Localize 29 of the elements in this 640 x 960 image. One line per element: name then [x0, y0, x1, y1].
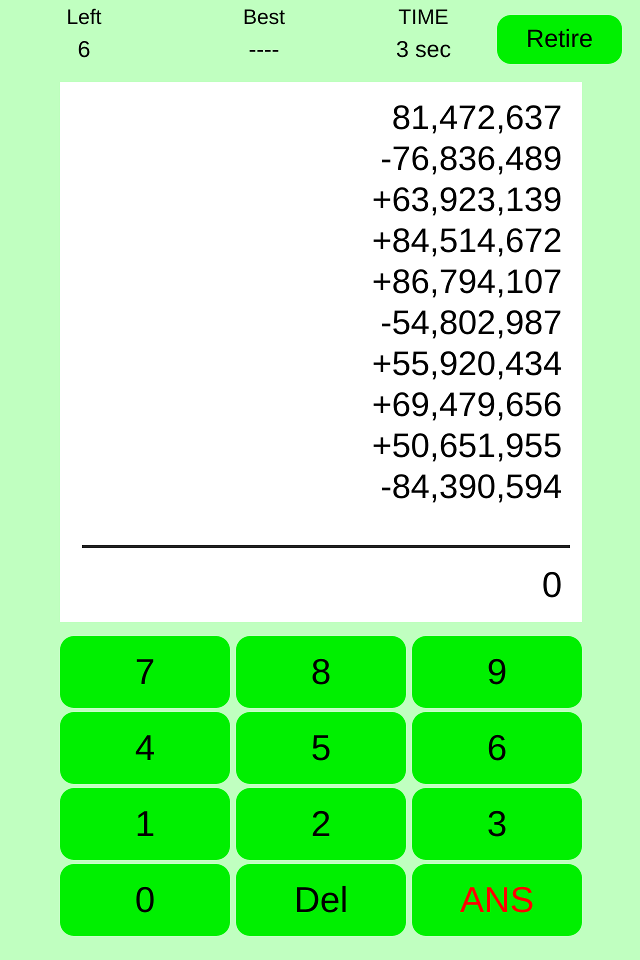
digit-key[interactable]: 2 [236, 788, 406, 860]
digit-key[interactable]: 7 [60, 636, 230, 708]
digit-key[interactable]: 9 [412, 636, 582, 708]
retire-button[interactable]: Retire [497, 15, 622, 64]
stat-value: ---- [248, 36, 280, 63]
addend-number: +86,794,107 [372, 262, 562, 303]
digit-key[interactable]: 5 [236, 712, 406, 784]
addend-number: -76,836,489 [380, 139, 562, 180]
addend-number: 81,472,637 [392, 98, 562, 139]
answer-display: 0 [542, 563, 562, 607]
stat-label: Best [242, 6, 286, 30]
addend-number: -84,390,594 [380, 467, 562, 508]
digit-key[interactable]: 1 [60, 788, 230, 860]
stat-label: TIME [398, 6, 449, 30]
digit-key[interactable]: 4 [60, 712, 230, 784]
addend-number: +50,651,955 [372, 426, 562, 467]
stat-label: Left [66, 6, 102, 30]
stat-value: 6 [78, 36, 90, 63]
addend-number: +63,923,139 [372, 180, 562, 221]
addend-number: +69,479,656 [372, 385, 562, 426]
digit-key[interactable]: 0 [60, 864, 230, 936]
digit-key[interactable]: 6 [412, 712, 582, 784]
digit-key[interactable]: 3 [412, 788, 582, 860]
addend-number: +84,514,672 [372, 221, 562, 262]
addend-number: -54,802,987 [380, 303, 562, 344]
stat-value: 3 sec [396, 36, 451, 63]
addend-number: +55,920,434 [372, 344, 562, 385]
digit-key[interactable]: 8 [236, 636, 406, 708]
delete-key[interactable]: Del [236, 864, 406, 936]
